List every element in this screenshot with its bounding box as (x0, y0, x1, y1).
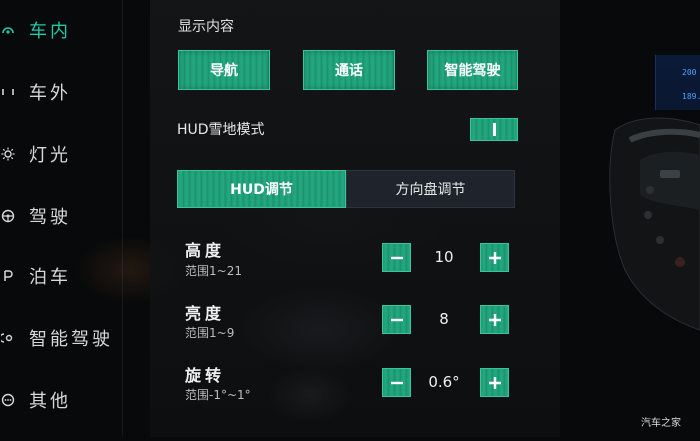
sidebar-item-label: 其他 (29, 391, 71, 412)
tab-steering-adjust[interactable]: 方向盘调节 (346, 170, 515, 208)
brightness-value: 8 (439, 310, 449, 328)
sidebar-item-other[interactable]: 其他 (0, 380, 125, 420)
sidebar-item-light[interactable]: 灯光 (0, 134, 125, 174)
cluster-readout-2: 189. (682, 92, 700, 101)
plus-icon (488, 251, 501, 264)
sidebar-divider (122, 0, 123, 437)
tab-hud-adjust[interactable]: HUD调节 (177, 170, 346, 208)
navigation-button[interactable]: 导航 (178, 50, 270, 90)
car-interior-icon (2, 27, 14, 34)
sidebar-item-smart-driving[interactable]: 智能驾驶 (0, 318, 125, 358)
rotation-decrease-button[interactable] (382, 368, 411, 397)
adjust-tabs: HUD调节 方向盘调节 (177, 170, 515, 208)
sidebar-item-driving[interactable]: 驾驶 (0, 196, 125, 236)
rotation-value: 0.6° (428, 373, 460, 391)
cluster-readout-1: 200 (682, 68, 697, 77)
sidebar-item-label: 车外 (29, 83, 71, 104)
hud-snow-mode-label: HUD雪地模式 (177, 122, 265, 138)
instrument-cluster: 200 189. (655, 55, 700, 110)
light-icon (1, 147, 15, 161)
brightness-range: 范围1~9 (185, 326, 235, 340)
minus-icon (390, 256, 403, 259)
other-icon (1, 393, 15, 407)
sidebar-item-label: 车内 (29, 21, 71, 42)
smart-driving-icon (1, 333, 13, 343)
plus-icon (488, 376, 501, 389)
sidebar: 车内 车外 灯光 驾驶 泊车 智能驾驶 其他 (0, 0, 125, 437)
brightness-decrease-button[interactable] (382, 305, 411, 334)
brightness-increase-button[interactable] (480, 305, 509, 334)
steering-wheel-icon (1, 209, 15, 223)
sidebar-item-label: 灯光 (29, 145, 71, 166)
sidebar-item-interior[interactable]: 车内 (0, 10, 125, 50)
toggle-on-indicator (492, 123, 496, 136)
call-button[interactable]: 通话 (303, 50, 395, 90)
height-value: 10 (434, 248, 454, 266)
height-range: 范围1~21 (185, 264, 242, 278)
hud-snow-mode-toggle[interactable] (470, 118, 518, 141)
watermark: 汽车之家 (641, 418, 681, 429)
sidebar-item-exterior[interactable]: 车外 (0, 72, 125, 112)
height-decrease-button[interactable] (382, 243, 411, 272)
plus-icon (488, 313, 501, 326)
height-title: 高度 (185, 241, 226, 260)
rotation-title: 旋转 (185, 366, 226, 385)
sidebar-item-parking[interactable]: 泊车 (0, 256, 125, 296)
minus-icon (390, 318, 403, 321)
sidebar-item-label: 泊车 (29, 267, 71, 288)
car-exterior-icon (2, 89, 14, 95)
minus-icon (390, 381, 403, 384)
parking-icon (4, 270, 13, 281)
sidebar-item-label: 驾驶 (29, 207, 71, 228)
height-increase-button[interactable] (480, 243, 509, 272)
smart-driving-button[interactable]: 智能驾驶 (427, 50, 518, 90)
rotation-range: 范围-1°~1° (185, 388, 251, 402)
display-content-title: 显示内容 (178, 19, 234, 35)
sidebar-item-label: 智能驾驶 (29, 329, 113, 350)
rotation-increase-button[interactable] (480, 368, 509, 397)
brightness-title: 亮度 (185, 304, 226, 323)
